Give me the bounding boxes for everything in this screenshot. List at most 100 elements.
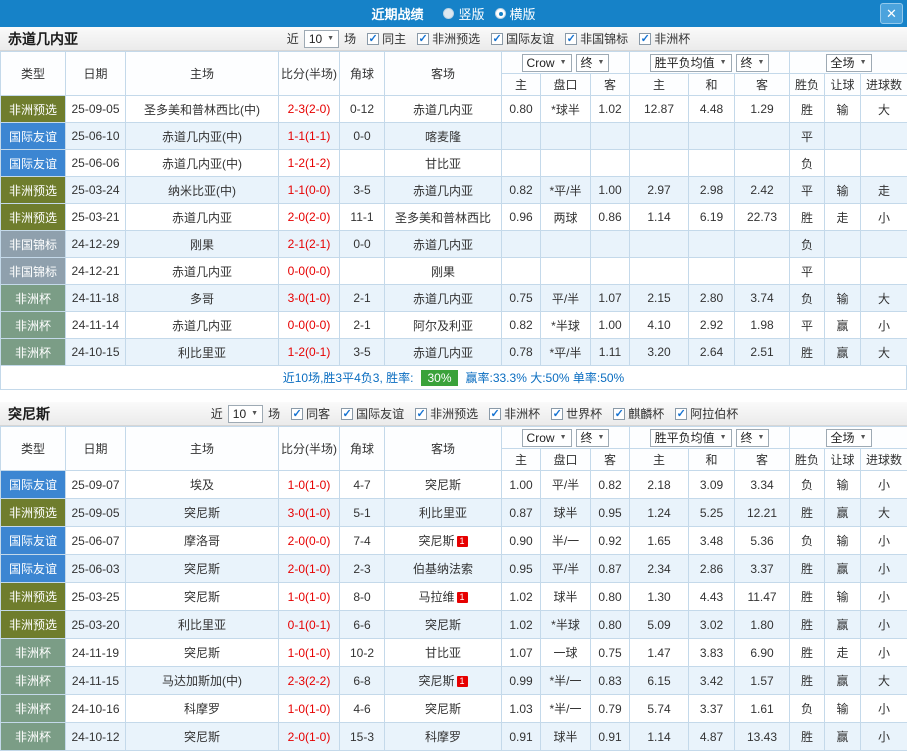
- avg-type-select[interactable]: 胜平负均值 ▼: [649, 428, 732, 447]
- result-handicap: 赢: [824, 338, 862, 366]
- result-handicap: 赢: [824, 610, 862, 639]
- away-team: 赤道几内亚: [384, 95, 502, 123]
- result-wdl: 胜: [789, 722, 826, 751]
- scope-select[interactable]: 全场 ▼: [825, 428, 872, 447]
- result-goals: 小: [860, 694, 907, 723]
- odds-state-select[interactable]: 终 ▼: [575, 428, 610, 447]
- fulltime-score: 2-0: [287, 561, 305, 576]
- scope-select[interactable]: 全场 ▼: [825, 53, 872, 72]
- chevron-down-icon: ▼: [719, 59, 727, 66]
- match-count-select[interactable]: 10 ▼: [303, 29, 340, 48]
- filter-checkbox-0[interactable]: ✓ 同客: [291, 405, 330, 422]
- col-header-avg-draw: 和: [688, 73, 735, 96]
- layout-radio-vertical[interactable]: 竖版: [443, 4, 485, 23]
- match-row: 国际友谊 25-06-03 突尼斯 2-0(1-0) 2-3 伯基纳法索 0.95 平/半 0.…: [0, 554, 907, 583]
- red-card-badge: 1: [456, 676, 468, 688]
- halftime-score: (0-1): [305, 345, 331, 359]
- avg-state-select[interactable]: 终 ▼: [735, 53, 770, 72]
- filter-checkbox-1[interactable]: ✓ 非洲预选: [417, 30, 480, 47]
- halftime-score: (1-0): [305, 701, 331, 716]
- filter-checkbox-4[interactable]: ✓ 世界杯: [551, 405, 602, 422]
- handicap: 球半: [540, 498, 591, 527]
- filter-checkbox-4[interactable]: ✓ 非洲杯: [639, 30, 690, 47]
- corners: 3-5: [339, 176, 385, 204]
- avg-type-select[interactable]: 胜平负均值 ▼: [649, 53, 732, 72]
- filter-checkbox-1[interactable]: ✓ 国际友谊: [341, 405, 404, 422]
- match-score: 1-1(1-1): [278, 122, 340, 150]
- handicap: 球半: [540, 722, 591, 751]
- away-team: 马拉维 1: [384, 582, 502, 611]
- titlebar: 近期战绩 竖版 横版 ✕: [0, 0, 907, 27]
- fulltime-score: 0-0: [287, 264, 305, 278]
- scope-select-value: 全场: [830, 56, 855, 70]
- odds-source-select[interactable]: Crow ▼: [521, 428, 572, 447]
- team-name: 赤道几内亚: [8, 30, 78, 47]
- home-team: 多哥: [125, 284, 279, 312]
- home-team-name: 赤道几内亚: [171, 210, 232, 225]
- filter-checkbox-3[interactable]: ✓ 非国锦标: [565, 30, 628, 47]
- odds-home: 1.02: [501, 610, 541, 639]
- fulltime-score: 0-0: [287, 318, 305, 332]
- handicap: [540, 257, 591, 285]
- result-goals: 小: [860, 311, 907, 339]
- avg-home: 3.20: [629, 338, 689, 366]
- away-team: 甘比亚: [384, 638, 502, 667]
- filter-checkbox-0[interactable]: ✓ 同主: [367, 30, 406, 47]
- match-type: 非洲杯: [0, 284, 66, 312]
- result-handicap: 赢: [824, 554, 862, 583]
- result-handicap: 赢: [824, 722, 862, 751]
- match-type: 非洲杯: [0, 338, 66, 366]
- halftime-score: (1-0): [305, 645, 331, 660]
- match-date: 25-09-07: [65, 470, 126, 499]
- result-handicap: 赢: [824, 666, 862, 695]
- col-header-goals: 进球数: [860, 73, 907, 96]
- handicap: *平/半: [540, 338, 591, 366]
- filter-checkbox-5[interactable]: ✓ 麒麟杯: [613, 405, 664, 422]
- avg-home: 6.15: [629, 666, 689, 695]
- match-date: 25-03-21: [65, 203, 126, 231]
- avg-home: 2.34: [629, 554, 689, 583]
- match-row: 非洲杯 24-10-12 突尼斯 2-0(1-0) 15-3 科摩罗 0.91 球半 0.91 1…: [0, 722, 907, 751]
- avg-draw: [688, 149, 735, 177]
- avg-draw: 6.19: [688, 203, 735, 231]
- result-goals: [860, 257, 907, 285]
- checkbox-checked-icon: ✓: [367, 32, 380, 45]
- odds-home: [501, 122, 541, 150]
- match-score: 1-2(1-2): [278, 149, 340, 177]
- corners: 2-3: [339, 554, 385, 583]
- close-button[interactable]: ✕: [880, 3, 903, 24]
- result-group-header: 全场 ▼: [789, 51, 907, 74]
- away-team-name: 突尼斯: [424, 478, 461, 492]
- away-team-name: 甘比亚: [424, 156, 461, 171]
- match-row: 非洲预选 25-03-25 突尼斯 1-0(1-0) 8-0 马拉维 1 1.02 球半 0.80…: [0, 582, 907, 611]
- avg-state-select[interactable]: 终 ▼: [735, 428, 770, 447]
- result-wdl: 胜: [789, 498, 826, 527]
- layout-radio-horizontal[interactable]: 横版: [494, 4, 536, 23]
- filter-checkbox-3[interactable]: ✓ 非洲杯: [489, 405, 540, 422]
- match-count-select-value: 10: [308, 31, 323, 46]
- odds-away: 0.87: [590, 554, 630, 583]
- handicap: *半/一: [540, 666, 591, 695]
- avg-draw: 4.48: [688, 95, 735, 123]
- match-type: 国际友谊: [0, 554, 66, 583]
- col-header-corner: 角球: [339, 426, 385, 471]
- radio-label: 竖版: [458, 7, 485, 22]
- odds-state-select[interactable]: 终 ▼: [575, 53, 610, 72]
- result-goals: [860, 230, 907, 258]
- corners: 3-5: [339, 338, 385, 366]
- halftime-score: (1-2): [305, 156, 331, 170]
- filter-checkbox-6[interactable]: ✓ 阿拉伯杯: [675, 405, 738, 422]
- match-score: 2-0(1-0): [278, 554, 340, 583]
- odds-home: [501, 149, 541, 177]
- odds-away: 0.91: [590, 722, 630, 751]
- checkbox-checked-icon: ✓: [491, 32, 504, 45]
- filter-checkbox-2[interactable]: ✓ 非洲预选: [415, 405, 478, 422]
- result-wdl: 胜: [789, 666, 826, 695]
- filter-checkbox-2[interactable]: ✓ 国际友谊: [491, 30, 554, 47]
- avg-away: 13.43: [733, 722, 791, 751]
- home-team-name: 利比里亚: [177, 345, 226, 360]
- odds-away: 1.00: [590, 176, 630, 204]
- match-count-select[interactable]: 10 ▼: [227, 404, 264, 423]
- odds-source-select[interactable]: Crow ▼: [521, 53, 572, 72]
- home-team-name: 突尼斯: [183, 646, 220, 660]
